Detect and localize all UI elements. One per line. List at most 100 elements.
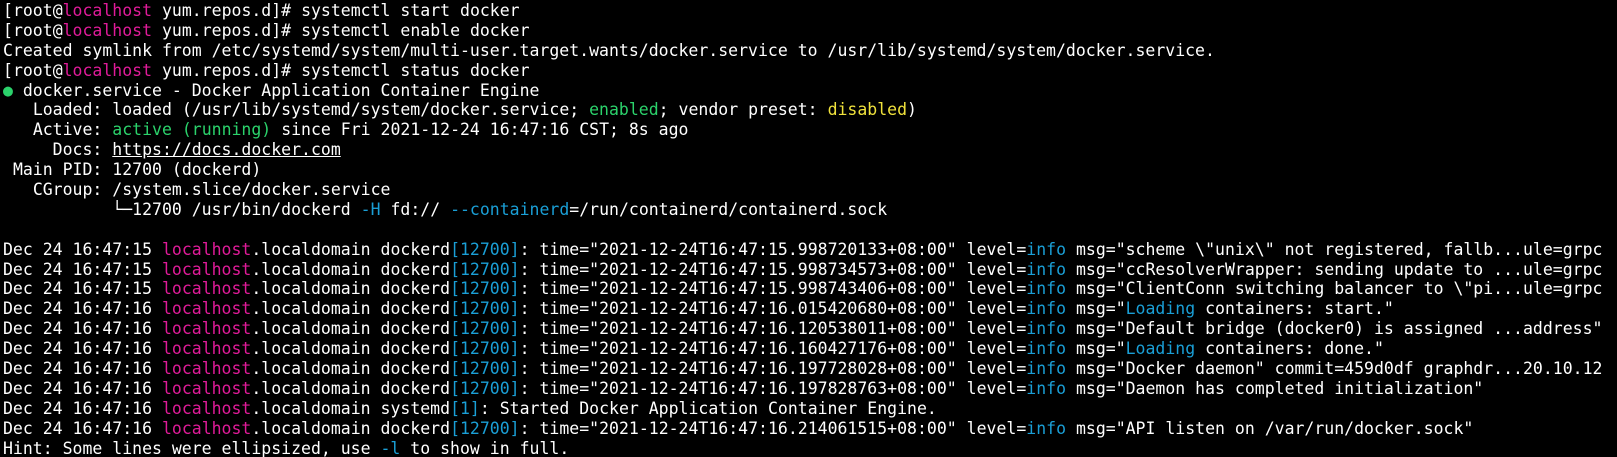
log-level: info xyxy=(1026,339,1067,359)
docs-label: Docs: xyxy=(52,140,103,160)
log-host: localhost xyxy=(161,339,252,359)
active-label: Active: xyxy=(32,120,103,140)
docs-line: Docs: https://docs.docker.com xyxy=(3,140,1617,160)
log-process: dockerd xyxy=(380,239,451,259)
hint-line: Hint: Some lines were ellipsized, use -l… xyxy=(3,439,1617,457)
log-message: msg="Docker daemon" commit=459d0df graph… xyxy=(1075,359,1603,379)
log-message: msg="ccResolverWrapper: sending update t… xyxy=(1075,259,1603,279)
log-domain: .localdomain xyxy=(251,259,371,279)
log-time: time="2021-12-24T16:47:16.197828763+08:0… xyxy=(539,378,957,398)
log-pid: [1] xyxy=(450,398,480,418)
cgroup-value: /system.slice/docker.service xyxy=(112,180,391,200)
log-process: systemd xyxy=(380,398,451,418)
prompt-user: root xyxy=(12,1,53,20)
docs-link[interactable]: https://docs.docker.com xyxy=(112,140,340,159)
log-line: Dec 24 16:47:16 localhost.localdomain do… xyxy=(3,378,1484,398)
log-process: dockerd xyxy=(380,259,451,279)
prompt-line: [root@localhost yum.repos.d]# systemctl … xyxy=(3,20,530,40)
loaded-line: Loaded: loaded (/usr/lib/systemd/system/… xyxy=(3,100,1617,120)
log-message: msg="Daemon has completed initialization… xyxy=(1075,378,1484,398)
log-date: Dec 24 16:47:16 xyxy=(3,319,153,339)
unit-title-line: ● docker.service - Docker Application Co… xyxy=(3,81,1617,101)
log-message: msg="ClientConn switching balancer to \"… xyxy=(1075,279,1603,299)
prompt-user: root xyxy=(12,20,53,40)
log-process: dockerd xyxy=(380,299,451,319)
log-line: Dec 24 16:47:16 localhost.localdomain do… xyxy=(3,339,1384,359)
log-time: time="2021-12-24T16:47:15.998743406+08:0… xyxy=(539,279,957,299)
vendor-preset-state: disabled xyxy=(827,100,908,120)
systemd-log-line: Dec 24 16:47:16 localhost.localdomain sy… xyxy=(3,399,1617,419)
prompt-dir: yum.repos.d xyxy=(161,60,272,80)
log-date: Dec 24 16:47:16 xyxy=(3,339,153,359)
log-pid: [12700] xyxy=(450,319,520,339)
log-date: Dec 24 16:47:15 xyxy=(3,259,153,279)
prompt-host: localhost xyxy=(62,60,153,80)
log-process: dockerd xyxy=(380,359,451,379)
log-pid: [12700] xyxy=(450,359,520,379)
journal-log: Dec 24 16:47:15 localhost.localdomain do… xyxy=(3,240,1617,399)
log-host: localhost xyxy=(161,299,252,319)
log-date: Dec 24 16:47:15 xyxy=(3,239,153,259)
log-pid: [12700] xyxy=(450,279,520,299)
process-tree: └─12700 /usr/bin/dockerd xyxy=(112,199,351,219)
log-line: Dec 24 16:47:16 localhost.localdomain do… xyxy=(3,299,1394,319)
log-pid: [12700] xyxy=(450,259,520,279)
log-date: Dec 24 16:47:16 xyxy=(3,359,153,379)
log-pid: [12700] xyxy=(450,418,520,438)
log-time: time="2021-12-24T16:47:15.998720133+08:0… xyxy=(539,239,957,259)
log-host: localhost xyxy=(161,279,252,299)
log-domain: .localdomain xyxy=(251,279,371,299)
mainpid-label: Main PID: xyxy=(12,160,103,180)
dockerd-flag: -H xyxy=(360,199,381,219)
log-line: Dec 24 16:47:15 localhost.localdomain do… xyxy=(3,259,1603,279)
active-line: Active: active (running) since Fri 2021-… xyxy=(3,120,1617,140)
log-time: time="2021-12-24T16:47:16.214061515+08:0… xyxy=(539,418,957,438)
log-domain: .localdomain xyxy=(251,339,371,359)
log-message: : Started Docker Application Container E… xyxy=(479,398,937,418)
log-message: msg="Default bridge (docker0) is assigne… xyxy=(1075,319,1603,339)
log-line: Dec 24 16:47:15 localhost.localdomain do… xyxy=(3,239,1603,259)
enabled-state: enabled xyxy=(589,100,659,120)
hint-text-end: to show in full. xyxy=(400,438,570,457)
terminal-window[interactable]: [root@localhost yum.repos.d]# systemctl … xyxy=(0,0,1617,457)
log-host: localhost xyxy=(161,418,252,438)
dockerd-flag: --containerd xyxy=(450,199,570,219)
log-time: time="2021-12-24T16:47:16.120538011+08:0… xyxy=(539,319,957,339)
command-text: systemctl start docker xyxy=(301,1,520,20)
log-domain: .localdomain xyxy=(251,299,371,319)
log-message: msg="Loading containers: done." xyxy=(1075,339,1384,359)
loaded-value: loaded (/usr/lib/systemd/system/docker.s… xyxy=(112,100,580,120)
log-time: time="2021-12-24T16:47:16.160427176+08:0… xyxy=(539,339,957,359)
log-host: localhost xyxy=(161,378,252,398)
status-dot-icon: ● xyxy=(3,80,13,100)
command-text: systemctl status docker xyxy=(301,60,530,80)
log-message-highlight: Loading xyxy=(1125,339,1196,359)
log-time: time="2021-12-24T16:47:15.998734573+08:0… xyxy=(539,259,957,279)
log-level: info xyxy=(1026,259,1067,279)
dockerd-arg: fd:// xyxy=(390,199,441,219)
log-pid: [12700] xyxy=(450,339,520,359)
mainpid-line: Main PID: 12700 (dockerd) xyxy=(3,160,1617,180)
loaded-label: Loaded: xyxy=(32,100,103,120)
log-level: info xyxy=(1026,359,1067,379)
prompt-host: localhost xyxy=(62,20,153,40)
prompt-line: [root@localhost yum.repos.d]# systemctl … xyxy=(3,60,530,80)
hint-flag: -l xyxy=(380,438,401,457)
log-pid: [12700] xyxy=(450,378,520,398)
log-host: localhost xyxy=(161,239,252,259)
log-host: localhost xyxy=(161,319,252,339)
prompt-host: localhost xyxy=(62,1,153,20)
log-line: Dec 24 16:47:16 localhost.localdomain do… xyxy=(3,319,1603,339)
prompt-dir: yum.repos.d xyxy=(161,20,272,40)
loaded-close-paren: ) xyxy=(907,100,917,120)
log-host: localhost xyxy=(161,359,252,379)
cgroup-tree-line: └─12700 /usr/bin/dockerd -H fd:// --cont… xyxy=(3,200,1617,220)
unit-title: docker.service - Docker Application Cont… xyxy=(22,80,540,100)
hint-text: Hint: Some lines were ellipsized, use xyxy=(3,438,381,457)
prompt-user: root xyxy=(12,60,53,80)
log-level: info xyxy=(1026,239,1067,259)
command-text: systemctl enable docker xyxy=(301,20,530,40)
log-line: Dec 24 16:47:15 localhost.localdomain do… xyxy=(3,279,1603,299)
log-date: Dec 24 16:47:16 xyxy=(3,398,153,418)
prompt-line: [root@localhost yum.repos.d]# systemctl … xyxy=(3,1,520,20)
